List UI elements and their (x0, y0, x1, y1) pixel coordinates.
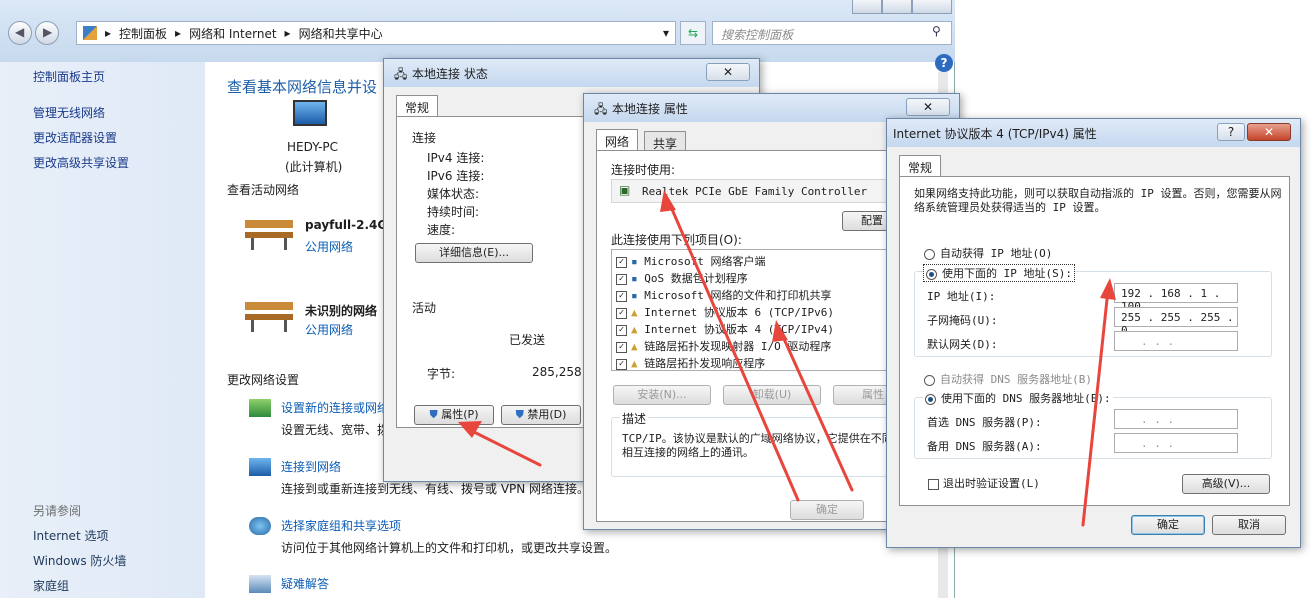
annotation-arrow (468, 428, 542, 467)
annotation-arrowhead (772, 320, 788, 342)
annotation-arrow (1081, 288, 1110, 527)
annotation-arrow (666, 198, 800, 502)
annotation-arrows (458, 190, 1116, 527)
annotation-arrow (778, 328, 854, 492)
annotation-arrowhead (660, 190, 676, 212)
annotation-arrowhead (1100, 278, 1116, 300)
